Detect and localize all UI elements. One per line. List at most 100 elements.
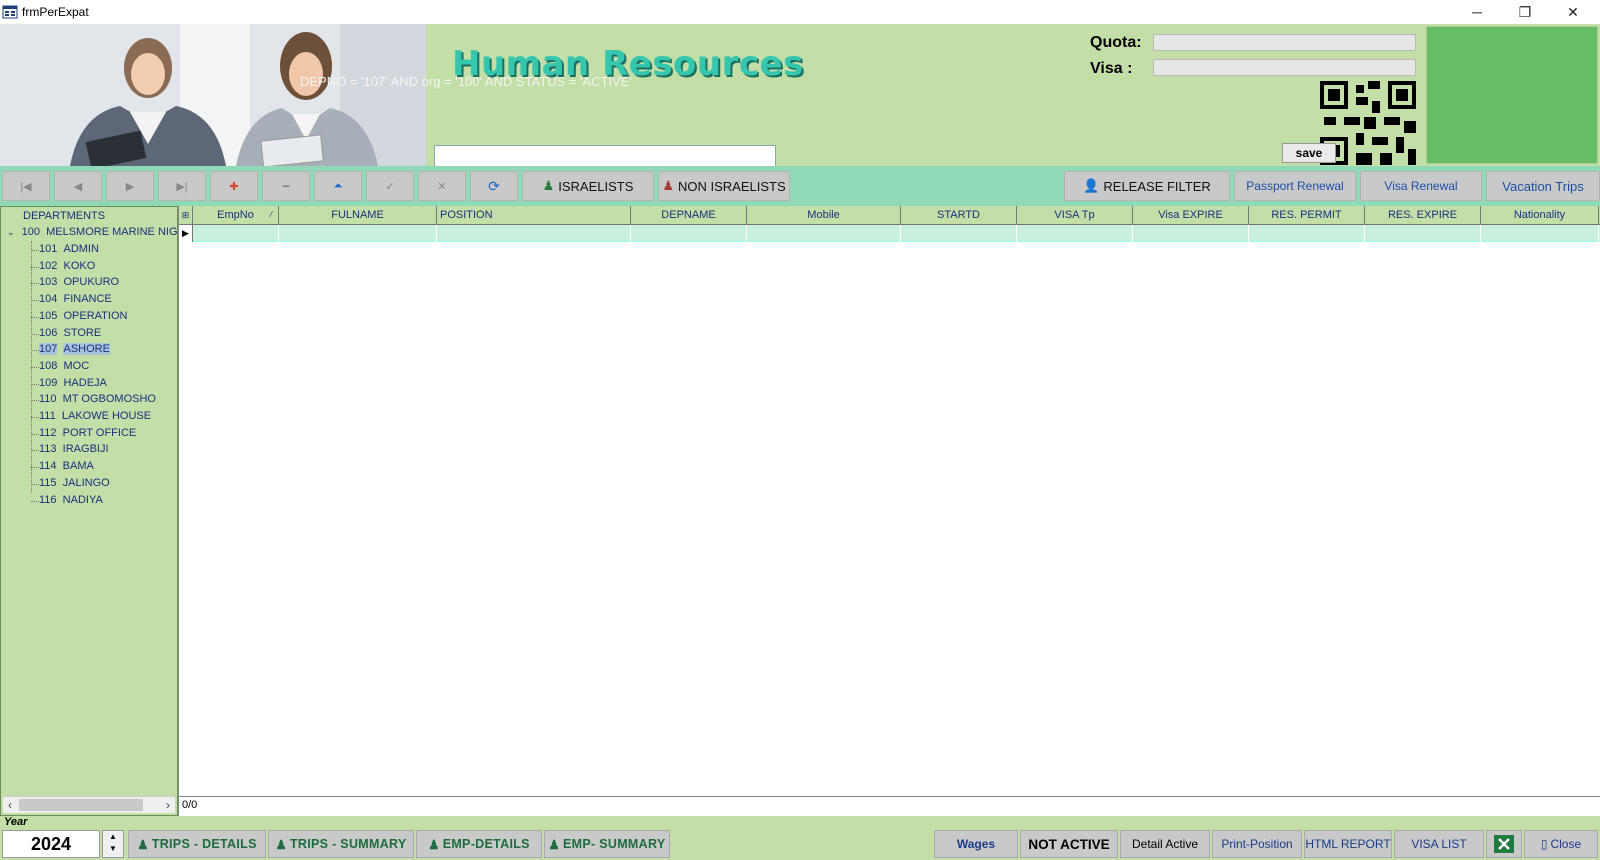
org-name: MELSMORE MARINE NIGI	[46, 226, 178, 238]
last-record-button[interactable]: ▶|	[158, 171, 206, 201]
tree-item-103[interactable]: 103 OPUKURO	[39, 276, 119, 288]
excel-export-button[interactable]	[1486, 830, 1522, 858]
tree-item-110[interactable]: 110 MT OGBOMOSHO	[39, 393, 156, 405]
passport-renewal-button[interactable]: Passport Renewal	[1234, 171, 1356, 201]
refresh-icon: ⟳	[488, 177, 500, 194]
refresh-button[interactable]: ⟳	[470, 171, 518, 201]
scroll-thumb[interactable]	[19, 799, 143, 811]
table-cell[interactable]	[1481, 225, 1599, 242]
release-filter-button[interactable]: 👤 RELEASE FILTER	[1064, 171, 1230, 201]
table-row[interactable]: ▶	[179, 225, 1600, 242]
column-header-res-permit[interactable]: RES. PERMIT	[1249, 206, 1365, 225]
table-cell[interactable]	[193, 225, 279, 242]
emp-details-button[interactable]: ♟ EMP-DETAILS	[416, 830, 542, 858]
scroll-left-icon[interactable]: ‹	[3, 797, 17, 814]
table-cell[interactable]	[631, 225, 747, 242]
tree-item-111[interactable]: 111 LAKOWE HOUSE	[39, 410, 151, 422]
tree-item-114[interactable]: 114 BAMA	[39, 460, 94, 472]
post-record-button[interactable]: ✓	[366, 171, 414, 201]
search-input[interactable]	[434, 145, 776, 167]
departments-tree[interactable]: DEPARTMENTS ⌄ 100 MELSMORE MARINE NIGI 1…	[0, 206, 178, 816]
column-header-startd[interactable]: STARTD	[901, 206, 1017, 225]
tree-item-106[interactable]: 106 STORE	[39, 327, 101, 339]
column-header-position[interactable]: POSITION	[437, 206, 631, 225]
quota-field[interactable]	[1153, 34, 1416, 51]
cancel-record-button[interactable]: ✕	[418, 171, 466, 201]
table-cell[interactable]	[747, 225, 901, 242]
tree-item-109[interactable]: 109 HADEJA	[39, 377, 107, 389]
column-header-depname[interactable]: DEPNAME	[631, 206, 747, 225]
tree-org-node[interactable]: ⌄ 100 MELSMORE MARINE NIGI	[7, 226, 178, 238]
table-cell[interactable]	[279, 225, 437, 242]
column-header-mobile[interactable]: Mobile	[747, 206, 901, 225]
close-button[interactable]: ▯ Close	[1524, 830, 1598, 858]
tree-item-105[interactable]: 105 OPERATION	[39, 310, 127, 322]
tree-item-name: ASHORE	[63, 343, 110, 356]
column-header-label: DEPNAME	[661, 209, 716, 221]
employee-grid[interactable]: ⊞ EmpNo ⁄ FULNAME POSITION DEPNAME Mobile STAR…	[178, 206, 1600, 816]
column-header-visa-expire[interactable]: Visa EXPIRE	[1133, 206, 1249, 225]
trips-details-button[interactable]: ♟ TRIPS - DETAILS	[128, 830, 266, 858]
tree-item-116[interactable]: 116 NADIYA	[39, 494, 103, 506]
tree-item-113[interactable]: 113 IRAGBIJI	[39, 443, 109, 455]
first-record-button[interactable]: |◀	[2, 171, 50, 201]
user-icon: 👤	[1083, 178, 1100, 193]
spin-up-icon[interactable]: ▲	[103, 831, 123, 843]
column-header-res-expire[interactable]: RES. EXPIRE	[1365, 206, 1481, 225]
tree-item-112[interactable]: 112 PORT OFFICE	[39, 427, 136, 439]
israelists-button[interactable]: ♟ ISRAELISTS	[522, 171, 654, 201]
table-cell[interactable]	[437, 225, 631, 242]
tree-branch-line	[31, 500, 39, 502]
edit-record-button[interactable]: ⏶	[314, 171, 362, 201]
tree-item-108[interactable]: 108 MOC	[39, 360, 89, 372]
tree-horizontal-scrollbar[interactable]: ‹ ›	[3, 796, 175, 813]
record-status: 0/0	[179, 796, 1600, 814]
chevron-down-icon: ⌄	[7, 227, 15, 237]
trips-summary-button[interactable]: ♟ TRIPS - SUMMARY	[268, 830, 414, 858]
prev-record-button[interactable]: ◀	[54, 171, 102, 201]
table-cell[interactable]	[1365, 225, 1481, 242]
table-cell[interactable]	[1133, 225, 1249, 242]
tree-root[interactable]: DEPARTMENTS	[23, 210, 105, 222]
next-record-button[interactable]: ▶	[106, 171, 154, 201]
table-cell[interactable]	[901, 225, 1017, 242]
tree-item-104[interactable]: 104 FINANCE	[39, 293, 112, 305]
column-header-empno[interactable]: EmpNo ⁄	[193, 206, 279, 225]
table-cell[interactable]	[1249, 225, 1365, 242]
print-position-button[interactable]: Print-Position	[1212, 830, 1302, 858]
non-israelists-button[interactable]: ♟ NON ISRAELISTS	[658, 171, 790, 201]
tree-item-115[interactable]: 115 JALINGO	[39, 477, 110, 489]
header-photo	[0, 24, 426, 166]
spin-down-icon[interactable]: ▼	[103, 843, 123, 855]
save-button[interactable]: save	[1282, 143, 1336, 163]
emp-summary-button[interactable]: ♟ EMP- SUMMARY	[544, 830, 670, 858]
html-report-button[interactable]: HTML REPORT	[1304, 830, 1392, 858]
grid-corner-icon[interactable]: ⊞	[179, 206, 193, 225]
year-stepper[interactable]: ▲ ▼	[102, 830, 124, 858]
wages-button[interactable]: Wages	[934, 830, 1018, 858]
app-icon	[2, 5, 18, 19]
visa-list-button[interactable]: VISA LIST	[1394, 830, 1484, 858]
column-header-label: EmpNo	[217, 209, 254, 221]
person-icon: ♟	[662, 178, 674, 193]
not-active-button[interactable]: NOT ACTIVE	[1020, 830, 1118, 858]
restore-button[interactable]: ❐	[1502, 0, 1548, 24]
scroll-right-icon[interactable]: ›	[161, 797, 175, 814]
visa-field[interactable]	[1153, 59, 1416, 76]
plus-icon: ✚	[229, 180, 239, 193]
tree-item-102[interactable]: 102 KOKO	[39, 260, 95, 272]
column-header-fulname[interactable]: FULNAME	[279, 206, 437, 225]
tree-item-101[interactable]: 101 ADMIN	[39, 243, 99, 255]
column-header-nationality[interactable]: Nationality	[1481, 206, 1599, 225]
table-cell[interactable]	[1017, 225, 1133, 242]
visa-renewal-button[interactable]: Visa Renewal	[1360, 171, 1482, 201]
tree-item-107[interactable]: 107 ASHORE	[39, 343, 110, 356]
delete-record-button[interactable]: ━	[262, 171, 310, 201]
minimize-button[interactable]: ─	[1454, 0, 1500, 24]
detail-active-button[interactable]: Detail Active	[1120, 830, 1210, 858]
add-record-button[interactable]: ✚	[210, 171, 258, 201]
column-header-visa-tp[interactable]: VISA Tp	[1017, 206, 1133, 225]
close-window-button[interactable]: ✕	[1550, 0, 1596, 24]
year-input[interactable]: 2024	[2, 830, 100, 858]
vacation-trips-button[interactable]: Vacation Trips	[1486, 171, 1600, 201]
